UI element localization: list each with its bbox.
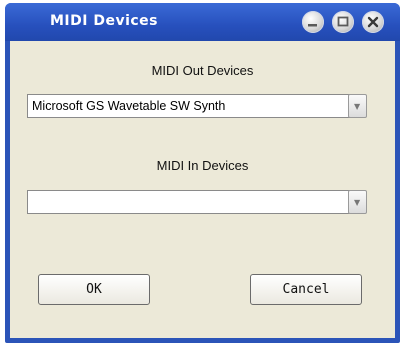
midi-devices-window: MIDI Devices MIDI Out Devices Microsoft … (5, 3, 400, 343)
dialog-body: MIDI Out Devices Microsoft GS Wavetable … (10, 41, 395, 338)
title-bar[interactable]: MIDI Devices (5, 3, 400, 41)
midi-out-label: MIDI Out Devices (151, 63, 254, 78)
ok-button[interactable]: OK (38, 274, 150, 305)
midi-out-dropdown-button[interactable]: ▼ (348, 94, 367, 118)
window-title: MIDI Devices (50, 13, 159, 29)
minimize-button[interactable] (302, 11, 324, 33)
chevron-down-icon: ▼ (354, 198, 361, 207)
minimize-icon (308, 24, 317, 27)
maximize-button[interactable] (332, 11, 354, 33)
midi-in-dropdown-button[interactable]: ▼ (348, 190, 367, 214)
maximize-icon (337, 16, 349, 27)
midi-out-selected-value: Microsoft GS Wavetable SW Synth (32, 99, 226, 113)
midi-in-label: MIDI In Devices (156, 158, 249, 173)
midi-in-select[interactable] (27, 190, 363, 214)
close-button[interactable] (362, 11, 384, 33)
midi-out-select[interactable]: Microsoft GS Wavetable SW Synth (27, 94, 363, 118)
cancel-button[interactable]: Cancel (250, 274, 362, 305)
close-icon (367, 16, 379, 28)
chevron-down-icon: ▼ (354, 102, 361, 111)
